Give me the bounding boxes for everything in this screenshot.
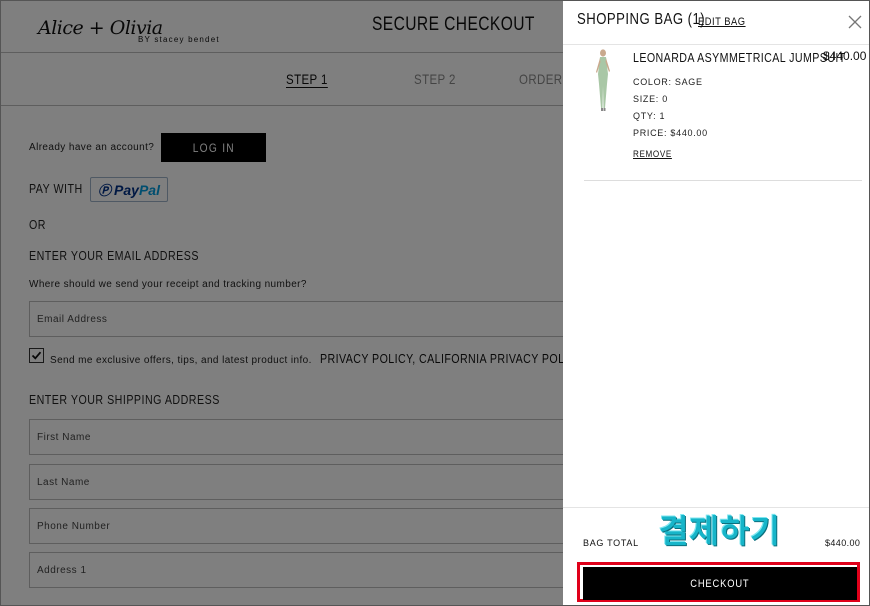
bag-total-value: $440.00 [825, 538, 861, 548]
edit-bag-link[interactable]: EDIT BAG [698, 16, 746, 28]
checkout-button[interactable]: CHECKOUT [583, 567, 857, 600]
bag-title: SHOPPING BAG (1) [577, 11, 706, 28]
bag-total-label: BAG TOTAL [583, 538, 639, 548]
product-name[interactable]: LEONARDA ASYMMETRICAL JUMPSUIT [633, 50, 846, 65]
close-icon[interactable] [847, 14, 863, 30]
product-price: $440.00 [823, 49, 867, 63]
product-thumbnail[interactable] [591, 48, 615, 112]
product-size: SIZE: 0 [633, 94, 668, 104]
remove-item-link[interactable]: REMOVE [633, 149, 672, 159]
checkout-button-label: CHECKOUT [690, 577, 750, 590]
product-unit-price: PRICE: $440.00 [633, 128, 708, 138]
drawer-header-divider [563, 44, 870, 45]
modal-backdrop[interactable] [0, 0, 563, 606]
item-divider [584, 180, 862, 181]
shopping-bag-drawer: SHOPPING BAG (1) EDIT BAG LEONARDA ASYMM… [563, 0, 870, 606]
annotation-label: 결제하기 [659, 512, 781, 550]
product-qty: QTY: 1 [633, 111, 666, 121]
product-color: COLOR: SAGE [633, 77, 703, 87]
